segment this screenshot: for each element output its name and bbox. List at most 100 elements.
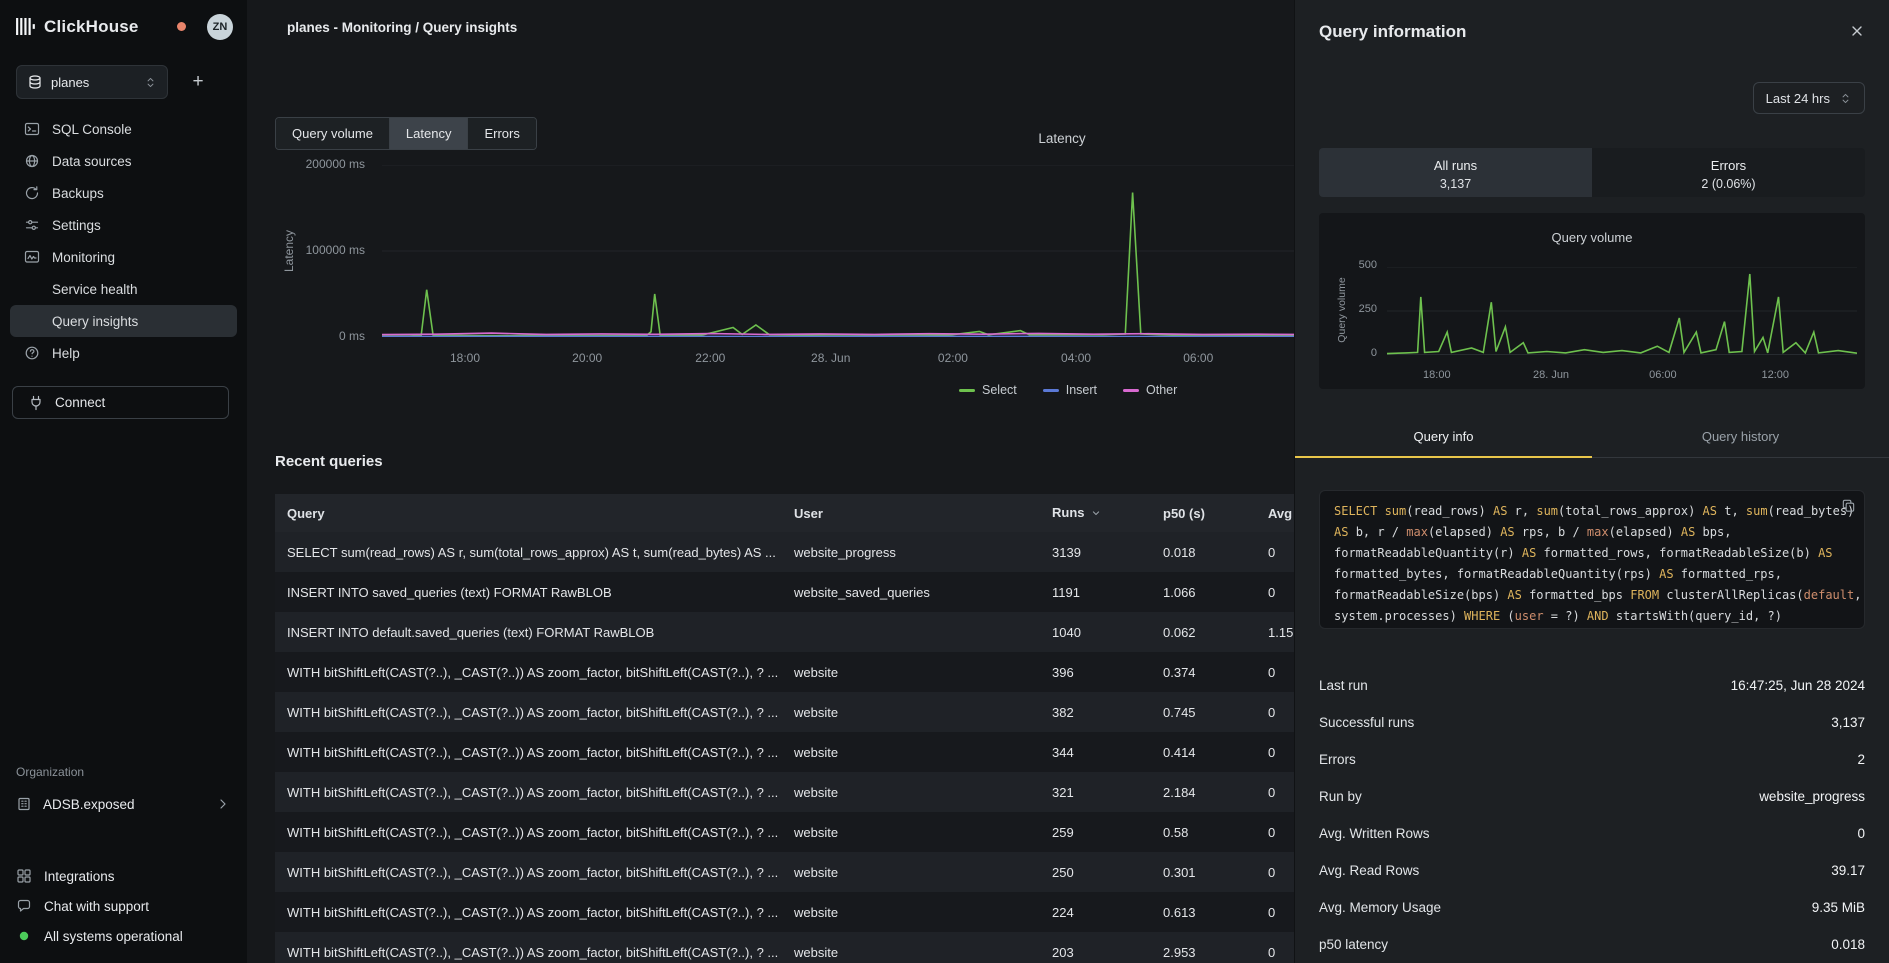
- building-icon: [16, 796, 32, 812]
- sidebar-item-monitoring[interactable]: Monitoring: [10, 241, 237, 273]
- stats-tab-label: Errors: [1711, 158, 1746, 173]
- connect-button[interactable]: Connect: [12, 386, 229, 419]
- panel-title: Query information: [1319, 22, 1466, 42]
- query-cell: WITH bitShiftLeft(CAST(?..), _CAST(?..))…: [275, 812, 782, 852]
- col-header-query[interactable]: Query: [275, 494, 782, 532]
- query-row[interactable]: WITH bitShiftLeft(CAST(?..), _CAST(?..))…: [275, 892, 1294, 932]
- help-icon: [24, 345, 40, 361]
- tab-latency[interactable]: Latency: [390, 118, 469, 149]
- nav-label: Backups: [52, 186, 104, 201]
- add-service-button[interactable]: +: [184, 68, 212, 96]
- x-tick: 04:00: [1041, 351, 1111, 365]
- query-row[interactable]: WITH bitShiftLeft(CAST(?..), _CAST(?..))…: [275, 932, 1294, 963]
- stats-tabs: All runs3,137 Errors 2 (0.06%): [1319, 148, 1865, 197]
- col-header-runs[interactable]: Runs: [1040, 494, 1151, 532]
- runs-cell: 259: [1040, 812, 1151, 852]
- legend-item-select[interactable]: Select: [959, 383, 1017, 397]
- runs-cell: 3139: [1040, 532, 1151, 572]
- p50-cell: 0.301: [1151, 852, 1256, 892]
- legend-item-other[interactable]: Other: [1123, 383, 1177, 397]
- sidebar-item-settings[interactable]: Settings: [10, 209, 237, 241]
- close-icon[interactable]: [1849, 23, 1865, 42]
- time-range-select[interactable]: Last 24 hrs: [1753, 82, 1865, 114]
- volume-chart-title: Query volume: [1319, 213, 1865, 245]
- nav-label: Data sources: [52, 154, 132, 169]
- avg-cell: 0: [1256, 932, 1294, 963]
- query-row[interactable]: WITH bitShiftLeft(CAST(?..), _CAST(?..))…: [275, 732, 1294, 772]
- tab-errors[interactable]: Errors: [468, 118, 535, 149]
- col-header-avg[interactable]: Avg: [1256, 494, 1294, 532]
- avg-cell: 0: [1256, 692, 1294, 732]
- sidebar-item-data-sources[interactable]: Data sources: [10, 145, 237, 177]
- detail-label: Successful runs: [1319, 715, 1414, 730]
- detail-value: 16:47:25, Jun 28 2024: [1731, 678, 1865, 693]
- plug-icon: [28, 395, 44, 411]
- avatar[interactable]: ZN: [207, 14, 233, 40]
- query-cell: SELECT sum(read_rows) AS r, sum(total_ro…: [275, 532, 782, 572]
- tab-query-history[interactable]: Query history: [1592, 419, 1889, 457]
- avg-cell: 0: [1256, 532, 1294, 572]
- avg-cell: 0: [1256, 572, 1294, 612]
- query-cell: WITH bitShiftLeft(CAST(?..), _CAST(?..))…: [275, 932, 782, 963]
- col-header-p50-s[interactable]: p50 (s): [1151, 494, 1256, 532]
- query-cell: WITH bitShiftLeft(CAST(?..), _CAST(?..))…: [275, 852, 782, 892]
- stats-tab-errors[interactable]: Errors 2 (0.06%): [1592, 148, 1865, 197]
- sidebar-item-integrations[interactable]: Integrations: [16, 861, 231, 891]
- query-row[interactable]: INSERT INTO default.saved_queries (text)…: [275, 612, 1294, 652]
- y-tick: 500: [1294, 259, 1377, 271]
- backups-icon: [24, 185, 40, 201]
- detail-value: 2: [1857, 752, 1865, 767]
- col-header-user[interactable]: User: [782, 494, 1040, 532]
- service-selector[interactable]: planes: [16, 65, 168, 99]
- sidebar-item-help[interactable]: Help: [10, 337, 237, 369]
- sidebar-item-chat-with-support[interactable]: Chat with support: [16, 891, 231, 921]
- x-tick: 20:00: [552, 351, 622, 365]
- query-cell: WITH bitShiftLeft(CAST(?..), _CAST(?..))…: [275, 772, 782, 812]
- y-tick: 250: [1294, 303, 1377, 315]
- user-cell: website_progress: [782, 532, 1040, 572]
- copy-icon[interactable]: [1841, 498, 1856, 516]
- col-header-label: Query: [287, 506, 325, 521]
- sidebar-item-service-health[interactable]: Service health: [10, 273, 237, 305]
- stats-tab-value: 3,137: [1440, 177, 1471, 191]
- latency-chart-svg: [382, 165, 1294, 337]
- stats-tab-all-runs[interactable]: All runs3,137: [1319, 148, 1592, 197]
- sidebar-item-query-insights[interactable]: Query insights: [10, 305, 237, 337]
- query-row[interactable]: INSERT INTO saved_queries (text) FORMAT …: [275, 572, 1294, 612]
- query-cell: WITH bitShiftLeft(CAST(?..), _CAST(?..))…: [275, 732, 782, 772]
- query-row[interactable]: SELECT sum(read_rows) AS r, sum(total_ro…: [275, 532, 1294, 572]
- query-row[interactable]: WITH bitShiftLeft(CAST(?..), _CAST(?..))…: [275, 652, 1294, 692]
- tab-query-volume[interactable]: Query volume: [276, 118, 390, 149]
- query-cell: WITH bitShiftLeft(CAST(?..), _CAST(?..))…: [275, 692, 782, 732]
- tab-query-info[interactable]: Query info: [1295, 419, 1592, 458]
- col-header-label: Runs: [1052, 505, 1085, 520]
- sidebar-item-backups[interactable]: Backups: [10, 177, 237, 209]
- chevron-right-icon: [215, 796, 231, 812]
- organization-name: ADSB.exposed: [43, 797, 135, 812]
- stats-tab-value: 2 (0.06%): [1701, 177, 1755, 191]
- p50-cell: 2.184: [1151, 772, 1256, 812]
- query-row[interactable]: WITH bitShiftLeft(CAST(?..), _CAST(?..))…: [275, 692, 1294, 732]
- series-other: [382, 333, 1294, 335]
- query-row[interactable]: WITH bitShiftLeft(CAST(?..), _CAST(?..))…: [275, 852, 1294, 892]
- recent-queries-title: Recent queries: [275, 453, 383, 470]
- organization-selector[interactable]: ADSB.exposed: [16, 788, 231, 820]
- logo-row: ClickHouse ZN: [0, 0, 247, 53]
- sidebar-item-all-systems-operational[interactable]: All systems operational: [16, 921, 231, 951]
- avg-cell: 0: [1256, 892, 1294, 932]
- series-select: [382, 193, 1294, 337]
- detail-row-avg-memory-usage: Avg. Memory Usage9.35 MiB: [1319, 889, 1865, 926]
- p50-cell: 2.953: [1151, 932, 1256, 963]
- legend-item-insert[interactable]: Insert: [1043, 383, 1097, 397]
- runs-cell: 396: [1040, 652, 1151, 692]
- runs-cell: 1191: [1040, 572, 1151, 612]
- query-row[interactable]: WITH bitShiftLeft(CAST(?..), _CAST(?..))…: [275, 812, 1294, 852]
- app: ClickHouse ZN planes + SQL Console Data s…: [0, 0, 1889, 963]
- detail-label: Last run: [1319, 678, 1368, 693]
- datasources-icon: [24, 153, 40, 169]
- runs-cell: 250: [1040, 852, 1151, 892]
- legend-label: Select: [982, 383, 1017, 397]
- sidebar-item-sql-console[interactable]: SQL Console: [10, 113, 237, 145]
- query-row[interactable]: WITH bitShiftLeft(CAST(?..), _CAST(?..))…: [275, 772, 1294, 812]
- avg-cell: 0: [1256, 812, 1294, 852]
